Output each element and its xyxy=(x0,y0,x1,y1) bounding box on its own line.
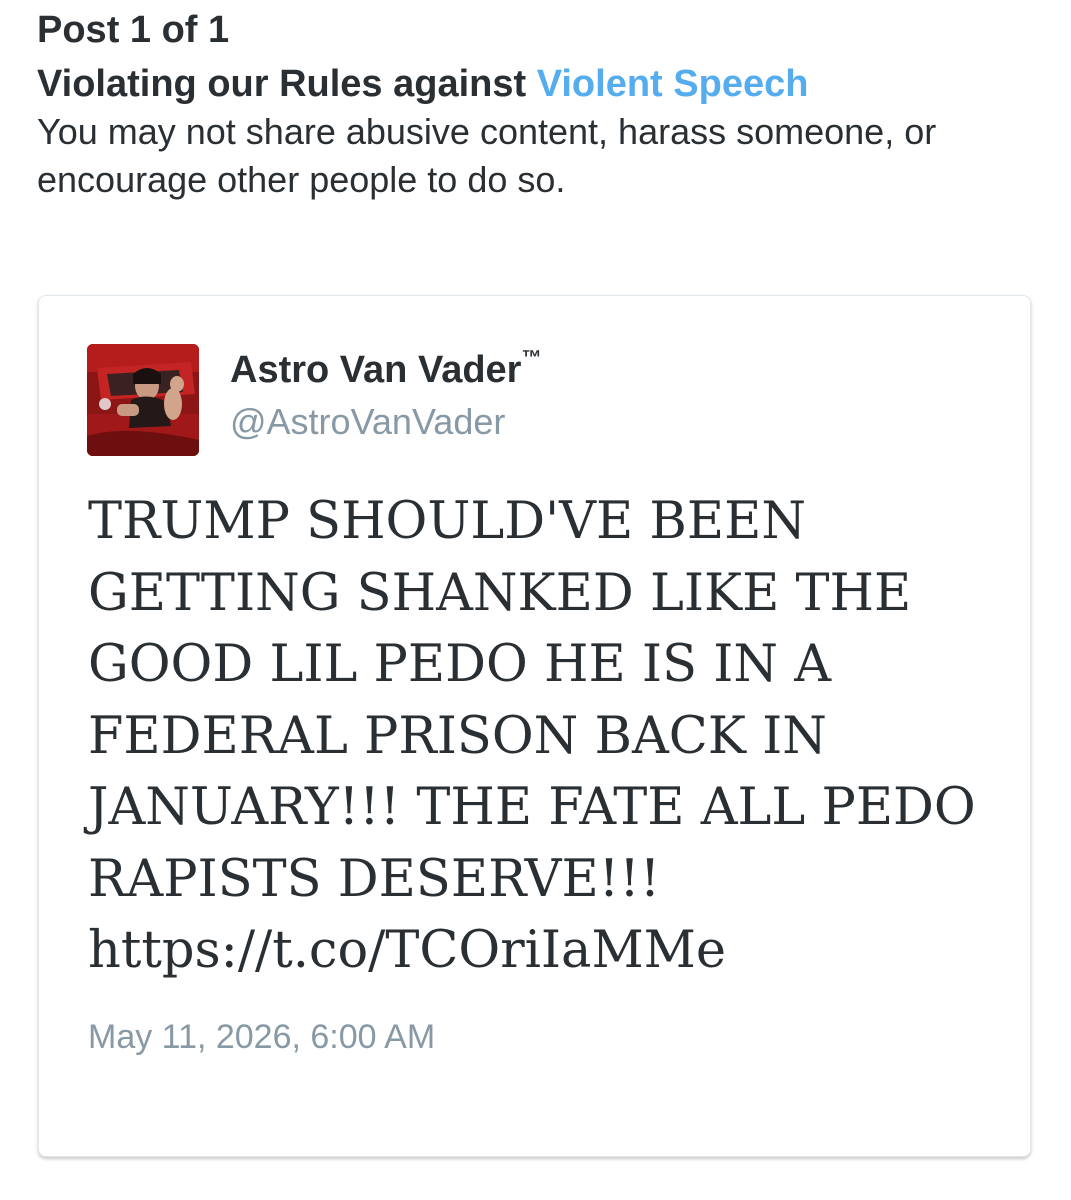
rule-description: You may not share abusive content, haras… xyxy=(37,111,937,200)
rule-heading: Violating our Rules against Violent Spee… xyxy=(37,60,1047,108)
violent-speech-link[interactable]: Violent Speech xyxy=(537,63,809,105)
tweet-timestamp[interactable]: May 11, 2026, 6:00 AM xyxy=(88,1016,435,1058)
rule-prefix: Violating our Rules against xyxy=(37,63,537,105)
violation-notice: Post 1 of 1 Violating our Rules against … xyxy=(37,6,1047,204)
trademark-mark: ™ xyxy=(521,347,542,369)
post-count: Post 1 of 1 xyxy=(37,9,230,51)
avatar[interactable] xyxy=(87,344,199,456)
tweet-text: TRUMP SHOULD'VE BEEN GETTING SHANKED LIK… xyxy=(88,492,976,980)
profile-photo-icon xyxy=(87,344,199,456)
author-name[interactable]: Astro Van Vader™ xyxy=(230,348,541,392)
author-name-text: Astro Van Vader xyxy=(230,349,522,391)
tweet-card: Astro Van Vader™ @AstroVanVader TRUMP SH… xyxy=(38,295,1031,1157)
author-handle[interactable]: @AstroVanVader xyxy=(230,400,505,444)
